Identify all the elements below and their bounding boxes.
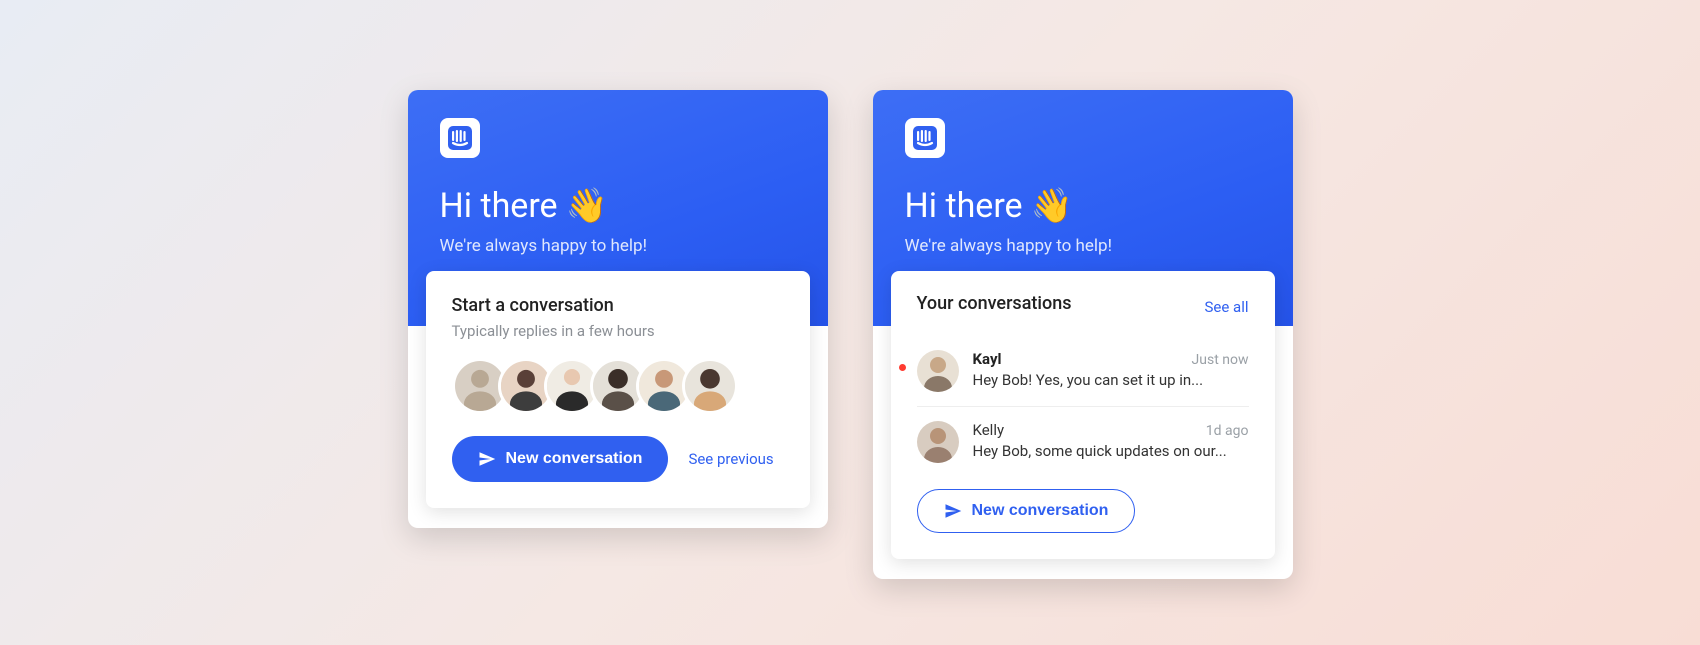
conversation-time: Just now bbox=[1192, 352, 1249, 368]
button-label: New conversation bbox=[506, 450, 643, 468]
card-subtitle: Typically replies in a few hours bbox=[452, 322, 784, 340]
conversation-list: Kayl Just now Hey Bob! Yes, you can set … bbox=[917, 336, 1249, 477]
wave-icon: 👋 bbox=[566, 186, 608, 226]
new-conversation-button[interactable]: New conversation bbox=[917, 489, 1136, 533]
greeting-subtitle: We're always happy to help! bbox=[440, 236, 796, 256]
see-previous-link[interactable]: See previous bbox=[688, 450, 773, 468]
conversation-preview: Hey Bob! Yes, you can set it up in... bbox=[973, 371, 1249, 389]
conversation-body: Kelly 1d ago Hey Bob, some quick updates… bbox=[973, 421, 1249, 460]
greeting-subtitle: We're always happy to help! bbox=[905, 236, 1261, 256]
see-all-link[interactable]: See all bbox=[1205, 298, 1249, 316]
greeting-title: Hi there 👋 bbox=[440, 186, 796, 226]
avatar bbox=[682, 358, 738, 414]
avatar bbox=[917, 421, 959, 463]
conversation-name: Kayl bbox=[973, 350, 1002, 368]
conversation-item[interactable]: Kayl Just now Hey Bob! Yes, you can set … bbox=[917, 336, 1249, 407]
greeting-text: Hi there bbox=[905, 186, 1023, 226]
team-avatars bbox=[452, 358, 784, 414]
conversation-name: Kelly bbox=[973, 421, 1005, 439]
conversations-header: Your conversations See all bbox=[917, 293, 1249, 320]
conversation-time: 1d ago bbox=[1206, 423, 1249, 439]
intercom-logo-icon bbox=[440, 118, 480, 158]
new-conversation-button[interactable]: New conversation bbox=[452, 436, 669, 482]
section-title: Your conversations bbox=[917, 293, 1072, 314]
conversation-item[interactable]: Kelly 1d ago Hey Bob, some quick updates… bbox=[917, 407, 1249, 477]
unread-indicator bbox=[899, 364, 906, 371]
action-row: New conversation See previous bbox=[452, 436, 784, 482]
wave-icon: 👋 bbox=[1031, 186, 1073, 226]
conversation-preview: Hey Bob, some quick updates on our... bbox=[973, 442, 1249, 460]
send-icon bbox=[478, 450, 496, 468]
start-conversation-card: Start a conversation Typically replies i… bbox=[426, 271, 810, 508]
messenger-widget-conversations: Hi there 👋 We're always happy to help! Y… bbox=[873, 90, 1293, 579]
card-title: Start a conversation bbox=[452, 295, 784, 316]
send-icon bbox=[944, 502, 962, 520]
greeting-text: Hi there bbox=[440, 186, 558, 226]
intercom-logo-icon bbox=[905, 118, 945, 158]
messenger-widget-start: Hi there 👋 We're always happy to help! S… bbox=[408, 90, 828, 528]
conversations-card: Your conversations See all Kayl Just now… bbox=[891, 271, 1275, 559]
conversation-body: Kayl Just now Hey Bob! Yes, you can set … bbox=[973, 350, 1249, 389]
avatar bbox=[917, 350, 959, 392]
greeting-title: Hi there 👋 bbox=[905, 186, 1261, 226]
button-label: New conversation bbox=[972, 502, 1109, 520]
